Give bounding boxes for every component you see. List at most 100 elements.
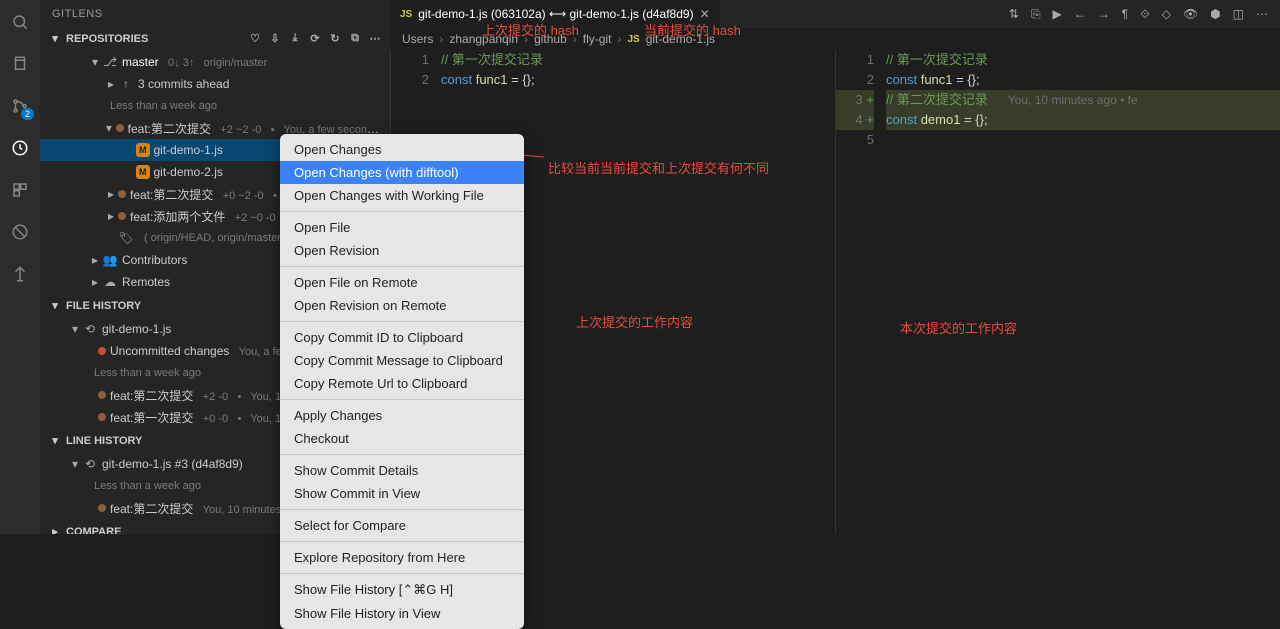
history-icon: ⟲ (82, 322, 98, 336)
context-menu-item[interactable]: Copy Commit ID to Clipboard (280, 326, 524, 349)
diff-icon[interactable]: ⟐ (1140, 7, 1149, 22)
menu-separator (280, 541, 524, 542)
split-icon[interactable]: ◫ (1233, 7, 1244, 22)
js-file-icon: JS (627, 34, 639, 45)
chevron-right-icon: ▸ (88, 275, 102, 289)
diff-right-pane: 1 2 3 + 4 + 5 // 第一次提交记录 const func1 = {… (835, 50, 1280, 534)
context-menu-item[interactable]: Open File (280, 216, 524, 239)
shield-icon[interactable]: ⬢ (1210, 7, 1220, 22)
modified-badge: M (136, 165, 150, 179)
chevron-down-icon: ▾ (102, 121, 116, 135)
crumb[interactable]: github (534, 32, 567, 46)
breadcrumb[interactable]: Users› zhangpanqin› github› fly-git› JS … (390, 28, 1280, 50)
scm-badge: 2 (21, 108, 34, 120)
tab-bar: JS git-demo-1.js (063102a) ⟷ git-demo-1.… (390, 0, 1280, 28)
panel-title: FILE HISTORY (66, 300, 141, 312)
context-menu-item[interactable]: Copy Remote Url to Clipboard (280, 372, 524, 395)
sidebar-title: GITLENS (40, 0, 390, 28)
compare-icon[interactable]: ⇅ (1009, 7, 1019, 22)
tab-actions: ⇅ ⎘ ▶ ← → ¶ ⟐ ◇ 👁 ⬢ ◫ ⋯ (1009, 7, 1280, 22)
chevron-right-icon: ▸ (48, 525, 62, 534)
heart-icon[interactable]: ♡ (248, 32, 262, 45)
editor-tab[interactable]: JS git-demo-1.js (063102a) ⟷ git-demo-1.… (390, 0, 720, 28)
search-icon[interactable] (8, 10, 32, 34)
js-file-icon: JS (400, 9, 412, 20)
chevron-down-icon: ▾ (48, 434, 62, 447)
view-icon[interactable]: ◇ (1162, 7, 1171, 22)
gitlens-icon[interactable] (8, 136, 32, 160)
more-icon[interactable]: ⋯ (1256, 7, 1268, 22)
files-icon[interactable] (8, 52, 32, 76)
menu-separator (280, 266, 524, 267)
age-row: Less than a week ago (40, 95, 390, 117)
context-menu-item[interactable]: Show Commit in View (280, 482, 524, 505)
chevron-down-icon: ▾ (68, 322, 82, 336)
eye-icon[interactable]: 👁 (1183, 7, 1198, 22)
context-menu-item[interactable]: Checkout (280, 427, 524, 450)
modified-badge: M (136, 143, 150, 157)
context-menu-item[interactable]: Show File History in View (280, 602, 524, 625)
source-control-icon[interactable]: 2 (8, 94, 32, 118)
tab-title: git-demo-1.js (063102a) ⟷ git-demo-1.js … (418, 7, 693, 21)
chevron-down-icon: ▾ (68, 457, 82, 471)
close-icon[interactable]: ✕ (700, 7, 710, 21)
commit-dot-icon (118, 190, 126, 198)
pull-icon[interactable]: ⤓ (288, 32, 302, 45)
panel-title: COMPARE (66, 526, 121, 535)
context-menu-item[interactable]: Open File on Remote (280, 271, 524, 294)
commit-dot-icon (98, 413, 106, 421)
run-icon[interactable]: ▶ (1053, 7, 1062, 22)
context-menu-item[interactable]: Open Changes (280, 138, 524, 161)
context-menu-item[interactable]: Show Commit Details (280, 459, 524, 482)
panel-repositories-header[interactable]: ▾ REPOSITORIES ♡ ⇩ ⤓ ⟳ ↻ ⧉ ⋯ (40, 28, 390, 49)
commits-ahead-row[interactable]: ▸ ↑ 3 commits ahead (40, 73, 390, 95)
cloud-icon: ☁ (102, 275, 118, 289)
arrow-left-icon[interactable]: ← (1074, 7, 1086, 22)
chevron-down-icon: ▾ (88, 55, 102, 69)
extensions-icon[interactable] (8, 178, 32, 202)
more-icon[interactable]: ⋯ (368, 32, 382, 45)
menu-separator (280, 454, 524, 455)
commit-dot-icon (116, 124, 124, 132)
code-right[interactable]: // 第一次提交记录 const func1 = {}; // 第二次提交记录Y… (886, 50, 1280, 534)
people-icon: 👥 (102, 253, 118, 267)
context-menu-item[interactable]: Open Changes (with difftool) (280, 161, 524, 184)
sync-icon[interactable]: ↻ (328, 32, 342, 45)
context-menu: Open ChangesOpen Changes (with difftool)… (280, 134, 524, 629)
chevron-right-icon: ▸ (88, 253, 102, 267)
crumb[interactable]: fly-git (583, 32, 612, 46)
chevron-down-icon: ▾ (48, 32, 62, 45)
panel-title: LINE HISTORY (66, 435, 142, 447)
chevron-down-icon: ▾ (48, 299, 62, 312)
crumb[interactable]: git-demo-1.js (646, 32, 715, 46)
context-menu-item[interactable]: Explore Repository from Here (280, 546, 524, 569)
context-menu-item[interactable]: Apply Changes (280, 404, 524, 427)
commit-dot-icon (98, 347, 106, 355)
arrow-right-icon[interactable]: → (1098, 7, 1110, 22)
panel-actions: ♡ ⇩ ⤓ ⟳ ↻ ⧉ ⋯ (248, 32, 382, 45)
open-file-icon[interactable]: ⎘ (1031, 7, 1041, 22)
commit-dot-icon (98, 391, 106, 399)
menu-separator (280, 321, 524, 322)
context-menu-item[interactable]: Open Revision on Remote (280, 294, 524, 317)
context-menu-item[interactable]: Open Changes with Working File (280, 184, 524, 207)
stash-icon[interactable]: ⧉ (348, 32, 362, 45)
menu-separator (280, 399, 524, 400)
up-arrow-icon: ↑ (118, 77, 134, 91)
refresh-icon[interactable]: ⟳ (308, 32, 322, 45)
debug-icon[interactable] (8, 220, 32, 244)
context-menu-item[interactable]: Show File History [⌃⌘G H] (280, 578, 524, 602)
crumb[interactable]: zhangpanqin (449, 32, 518, 46)
context-menu-item[interactable]: Copy Commit Message to Clipboard (280, 349, 524, 372)
activity-bar: 2 (0, 0, 40, 534)
commit-dot-icon (98, 504, 106, 512)
crumb[interactable]: Users (402, 32, 433, 46)
context-menu-item[interactable]: Open Revision (280, 239, 524, 262)
filter-icon[interactable]: ⇩ (268, 32, 282, 45)
menu-separator (280, 211, 524, 212)
tree-icon[interactable] (8, 262, 32, 286)
pilcrow-icon[interactable]: ¶ (1122, 7, 1128, 22)
branch-row[interactable]: ▾ ⎇ master 0↓ 3↑ origin/master (40, 51, 390, 73)
chevron-right-icon: ▸ (104, 77, 118, 91)
chevron-right-icon: ▸ (104, 209, 118, 223)
